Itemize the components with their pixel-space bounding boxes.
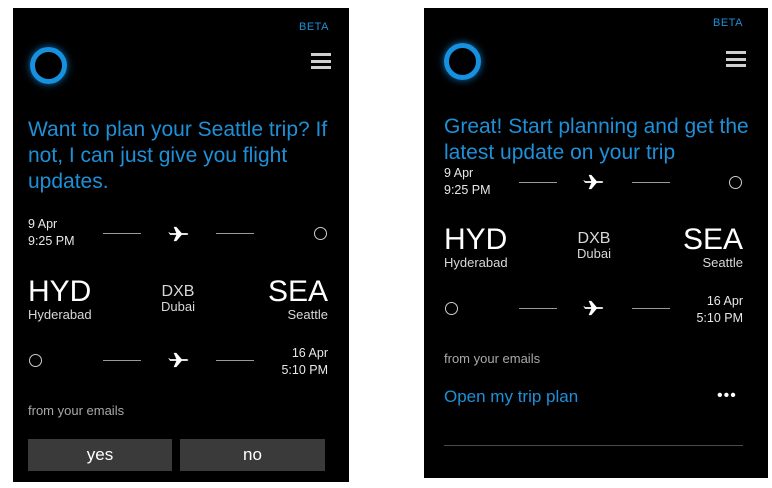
route-line	[103, 233, 141, 234]
circle-icon	[29, 354, 42, 367]
destination-airport: SEA Seattle	[263, 276, 328, 322]
outbound-date: 9 Apr	[444, 166, 474, 180]
return-time: 5:10 PM	[281, 363, 328, 377]
return-schedule: 16 Apr 5:10 PM	[268, 345, 328, 379]
outbound-schedule: 9 Apr 9:25 PM	[28, 216, 75, 250]
route-line	[632, 182, 670, 183]
outbound-schedule: 9 Apr 9:25 PM	[444, 165, 491, 199]
destination-city: Seattle	[287, 307, 328, 322]
route-line	[519, 308, 557, 309]
circle-icon	[314, 227, 327, 240]
route-line	[216, 233, 254, 234]
outbound-time: 9:25 PM	[28, 234, 75, 248]
layover-code: DXB	[577, 230, 611, 247]
return-date: 16 Apr	[706, 294, 743, 308]
circle-icon	[729, 176, 742, 189]
circle-icon	[445, 302, 458, 315]
cortana-screen-trip-confirmed: BETA Great! Start planning and get the l…	[424, 8, 768, 478]
cortana-message: Great! Start planning and get the latest…	[444, 115, 749, 164]
yes-button[interactable]: yes	[28, 439, 172, 471]
layover-city: Dubai	[577, 246, 611, 261]
layover-airport: DXB Dubai	[564, 230, 624, 261]
route-line	[632, 308, 670, 309]
cortana-question: Want to plan your Seattle trip? If not, …	[28, 118, 328, 193]
more-icon[interactable]: •••	[717, 387, 737, 405]
route-line	[103, 360, 141, 361]
airplane-icon	[583, 300, 605, 316]
beta-label: BETA	[713, 17, 743, 29]
origin-code: HYD	[444, 223, 508, 256]
hamburger-menu-icon[interactable]	[726, 51, 746, 67]
hamburger-menu-icon[interactable]	[311, 53, 331, 69]
origin-code: HYD	[28, 275, 92, 308]
cortana-icon[interactable]	[30, 47, 67, 84]
route-line	[519, 182, 557, 183]
origin-airport: HYD Hyderabad	[444, 224, 508, 270]
airplane-icon	[168, 226, 190, 242]
origin-city: Hyderabad	[444, 255, 508, 270]
source-label: from your emails	[444, 351, 541, 366]
route-line	[216, 360, 254, 361]
layover-city: Dubai	[161, 299, 195, 314]
open-trip-plan-link[interactable]: Open my trip plan	[444, 387, 578, 407]
source-label: from your emails	[28, 403, 125, 418]
airplane-icon	[583, 174, 605, 190]
return-schedule: 16 Apr 5:10 PM	[683, 293, 743, 327]
no-button[interactable]: no	[180, 439, 325, 471]
origin-airport: HYD Hyderabad	[28, 276, 92, 322]
destination-code: SEA	[267, 275, 328, 308]
cortana-icon[interactable]	[444, 43, 481, 80]
destination-city: Seattle	[702, 255, 743, 270]
divider	[444, 445, 743, 446]
outbound-date: 9 Apr	[28, 217, 58, 231]
destination-airport: SEA Seattle	[677, 224, 743, 270]
beta-label: BETA	[299, 21, 329, 33]
return-date: 16 Apr	[291, 346, 328, 360]
destination-code: SEA	[682, 223, 743, 256]
layover-code: DXB	[161, 283, 195, 300]
airplane-icon	[168, 352, 190, 368]
return-time: 5:10 PM	[696, 311, 743, 325]
outbound-time: 9:25 PM	[444, 183, 491, 197]
origin-city: Hyderabad	[28, 307, 92, 322]
cortana-screen-plan-prompt: BETA Want to plan your Seattle trip? If …	[13, 8, 349, 482]
layover-airport: DXB Dubai	[148, 283, 208, 314]
